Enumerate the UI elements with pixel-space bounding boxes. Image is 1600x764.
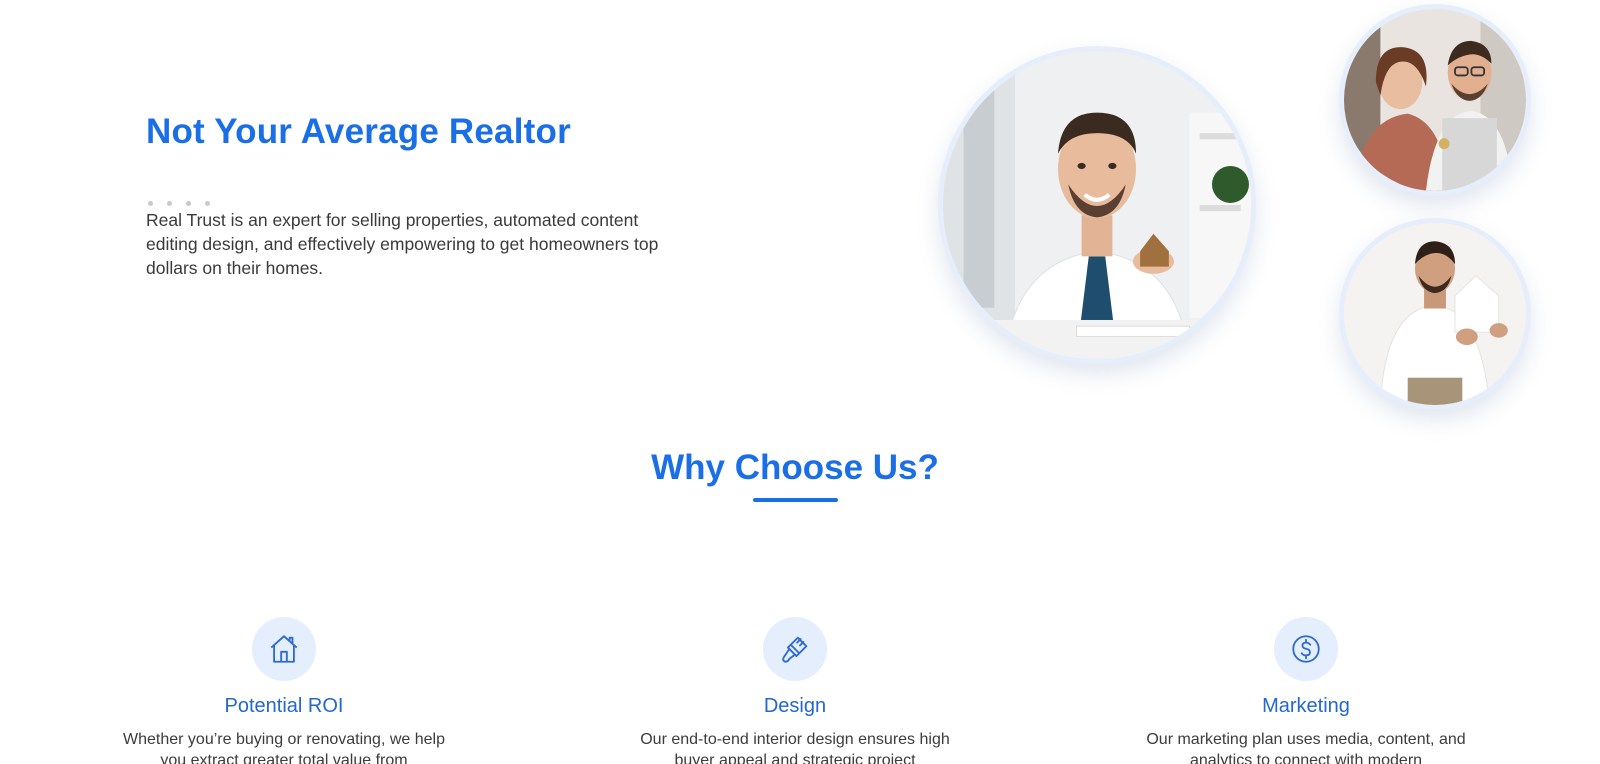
house-icon: [252, 617, 316, 681]
hero-title: Not Your Average Realtor: [146, 112, 571, 151]
carousel-dot[interactable]: [205, 201, 210, 206]
why-choose-us-title: Why Choose Us?: [651, 448, 939, 487]
carousel-dots: [148, 201, 210, 206]
hero-description: Real Trust is an expert for selling prop…: [146, 210, 659, 278]
feature-text: Our marketing plan uses media, content, …: [1146, 731, 1466, 764]
carousel-dot[interactable]: [167, 201, 172, 206]
dollar-icon: [1274, 617, 1338, 681]
feature-text: Our end-to-end interior design ensures h…: [640, 731, 950, 764]
agent-photo: [943, 51, 1251, 359]
feature-title: Potential ROI: [224, 695, 344, 717]
about-section: Not Your Average Realtor Real Trust is a…: [0, 0, 1600, 764]
couple-photo: [1344, 9, 1526, 191]
carousel-dot[interactable]: [186, 201, 191, 206]
title-underline: [753, 498, 838, 502]
feature-title: Marketing: [1262, 695, 1350, 717]
feature-marketing: Marketing Our marketing plan uses media,…: [1141, 617, 1471, 764]
man-house-photo: [1344, 223, 1526, 405]
feature-text: Whether you’re buying or renovating, we …: [123, 731, 445, 764]
couple-photo-circle: [1339, 4, 1531, 196]
agent-photo-circle: [938, 46, 1256, 364]
man-house-photo-circle: [1339, 218, 1531, 410]
feature-title: Design: [763, 695, 827, 717]
carousel-dot[interactable]: [148, 201, 153, 206]
feature-potential-roi: Potential ROI Whether you’re buying or r…: [119, 617, 449, 764]
feature-design: Design Our end-to-end interior design en…: [630, 617, 960, 764]
paintbrush-icon: [763, 617, 827, 681]
